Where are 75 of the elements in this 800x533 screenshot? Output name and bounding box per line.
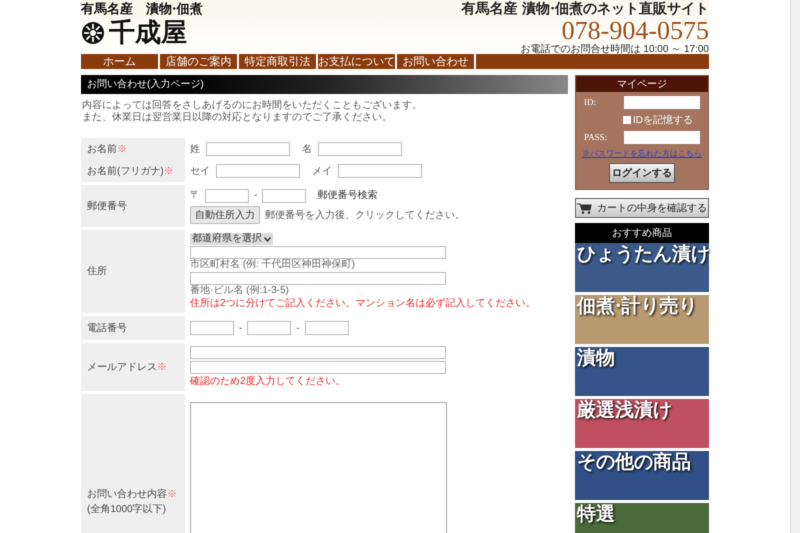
banner-label: その他の商品 [577, 451, 691, 473]
logo-tagline: 有馬名産 漬物·佃煮 [81, 2, 203, 18]
hint-text: 郵便番号を入力後、クリックしてください。 [265, 208, 465, 222]
emblem-icon [81, 21, 105, 45]
input-field[interactable] [190, 346, 446, 359]
auto-address-button[interactable]: 自動住所入力 [190, 206, 260, 224]
input-field[interactable] [190, 321, 234, 335]
field-label: 郵便番号 [87, 200, 128, 214]
field-prefix: 名 [302, 142, 312, 156]
intro-text: 内容によっては回答をさしあげるのにお時間をいただくこともございます。 [82, 100, 423, 112]
id-label: ID: [584, 96, 596, 109]
pass-label: PASS: [584, 130, 608, 144]
chevron-down-icon [264, 236, 271, 242]
input-field[interactable] [318, 142, 402, 156]
separator-text: - [239, 322, 242, 336]
banner-label: 漬物 [577, 347, 615, 369]
warning-text: 確認のため2度入力してください。 [190, 376, 347, 388]
remember-checkbox[interactable] [623, 116, 631, 124]
product-banner[interactable]: 漬物 [575, 347, 709, 396]
site-tagline: 有馬名産 漬物·佃煮のネット直販サイト [461, 0, 709, 18]
banner-label: 特選 [577, 503, 615, 525]
nav-link[interactable]: 特定商取引法 [239, 54, 316, 69]
product-banner[interactable]: 厳選浅漬け [575, 399, 709, 448]
recommend-title: おすすめ商品 [612, 226, 672, 240]
phone-number: 078-904-0575 [562, 18, 709, 44]
business-hours: お電話でのお問合せ時間は 10:00 ～ 17:00 [520, 44, 709, 55]
input-field[interactable] [262, 188, 306, 202]
field-prefix: セイ [190, 164, 210, 178]
field-label: 住所 [87, 264, 108, 279]
input-field[interactable] [338, 164, 422, 178]
banner-label: ひょうたん漬け [577, 243, 710, 265]
login-button[interactable]: ログインする [609, 163, 675, 183]
separator-text: - [254, 189, 258, 203]
banner-label: 佃煮·計り売り [577, 295, 698, 317]
field-prefix: メイ [312, 164, 332, 178]
intro-text: また、休業日は翌営業日以降の対応となりますのでご了承ください。 [82, 112, 393, 124]
field-label: お名前※ [87, 142, 128, 156]
cart-icon [577, 202, 593, 214]
field-caption: 市区町村名 (例: 千代田区神田神保町) [190, 259, 356, 271]
input-field[interactable] [304, 321, 349, 335]
field-label: お問い合わせ内容※ [87, 488, 178, 502]
prefecture-select[interactable]: 都道府県を選択 [190, 233, 273, 245]
cart-button[interactable]: カートの中身を確認する [575, 198, 709, 218]
field-label: お名前(フリガナ)※ [87, 164, 175, 178]
field-caption: 番地·ビル名 (例:1-3-5) [190, 285, 290, 297]
nav-link[interactable]: お問い合わせ [397, 54, 474, 69]
scrollbar[interactable] [790, 0, 800, 533]
page-title: お問い合わせ(入力ページ) [87, 78, 204, 92]
postal-search-link[interactable]: 郵便番号検索 [317, 188, 378, 203]
postal-mark: 〒 [190, 189, 200, 203]
product-banner[interactable]: その他の商品 [575, 451, 709, 500]
nav-link[interactable]: ホーム [81, 54, 158, 69]
nav-link[interactable]: 店舗のご案内 [160, 54, 237, 69]
password-input[interactable] [624, 130, 700, 144]
product-banner[interactable]: 特選 [575, 503, 709, 533]
input-field[interactable] [247, 321, 292, 335]
input-field[interactable] [206, 142, 290, 156]
warning-text: 住所は2つに分けてご記入ください。マンション名は必ず記入してください。 [190, 298, 537, 310]
field-label: メールアドレス※ [87, 360, 168, 374]
id-input[interactable] [624, 96, 700, 110]
input-field[interactable] [190, 246, 446, 259]
product-banner[interactable]: ひょうたん漬け [575, 243, 709, 292]
banner-label: 厳選浅漬け [577, 399, 672, 421]
mypage-title: マイページ [617, 78, 667, 92]
separator-text: - [296, 322, 300, 336]
field-sublabel: (全角1000字以下) [87, 502, 167, 517]
field-prefix: 姓 [190, 142, 200, 156]
nav-link[interactable]: お支払について [318, 54, 395, 69]
input-field[interactable] [190, 272, 446, 285]
logo-name: 千成屋 [109, 18, 187, 48]
input-field[interactable] [216, 164, 300, 178]
field-label: 電話番号 [87, 322, 128, 336]
remember-label: IDを記憶する [633, 114, 693, 128]
input-field[interactable] [205, 188, 249, 202]
input-field[interactable] [190, 361, 446, 374]
